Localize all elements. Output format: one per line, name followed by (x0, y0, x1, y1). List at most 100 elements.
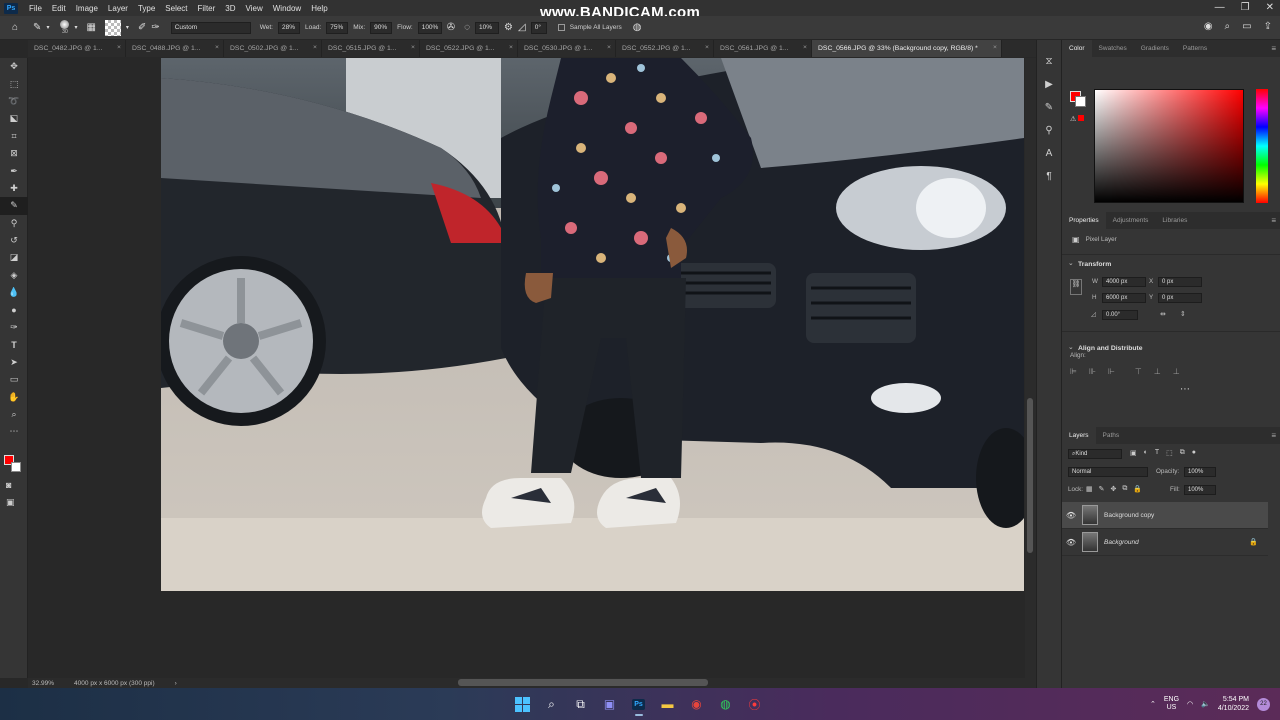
lock-transparent-icon[interactable]: ▦ (1086, 485, 1093, 493)
layer-row[interactable]: 👁 Background copy (1062, 502, 1268, 529)
minimize-icon[interactable]: — (1215, 2, 1225, 13)
workspace-icon[interactable]: ▭ (1242, 21, 1251, 32)
task-view-icon[interactable]: ⧉ (566, 692, 595, 716)
blur-tool-icon[interactable]: 💧 (0, 284, 28, 301)
panel-menu-icon[interactable]: ≡ (1271, 431, 1276, 440)
blend-preset-select[interactable]: Custom (170, 21, 251, 34)
current-brush-load-swatch[interactable] (104, 19, 121, 36)
wet-field[interactable]: 28% (277, 21, 300, 34)
rotation-angle-field[interactable]: 0.00° (1102, 310, 1138, 320)
path-selection-tool-icon[interactable]: ➤ (0, 354, 28, 371)
filter-adjustment-icon[interactable]: ◐ (1144, 449, 1148, 457)
menu-select[interactable]: Select (160, 4, 192, 13)
chevron-down-icon[interactable]: ▾ (46, 24, 49, 31)
brush-settings-panel-icon[interactable]: ✎ (1037, 96, 1061, 119)
tray-expand-chevron-icon[interactable]: ⌃ (1150, 700, 1156, 708)
tab-patterns[interactable]: Patterns (1176, 40, 1214, 57)
doc-tab[interactable]: DSC_0522.JPG @ 1... × (420, 40, 518, 57)
tab-swatches[interactable]: Swatches (1092, 40, 1134, 57)
hand-tool-icon[interactable]: ✋ (0, 388, 28, 405)
brush-settings-icon[interactable]: ▦ (86, 22, 95, 33)
chevron-down-icon[interactable]: ▾ (126, 24, 129, 31)
zoom-tool-icon[interactable]: ⌕ (0, 406, 28, 423)
load-field[interactable]: 75% (326, 21, 349, 34)
align-bottom-icon[interactable]: ⊥ (1173, 367, 1180, 376)
vertical-scroll-thumb[interactable] (1027, 398, 1033, 553)
layer-lock-icon[interactable]: 🔒 (1249, 538, 1258, 546)
screen-mode-icon[interactable]: ▣ (6, 497, 15, 508)
menu-window[interactable]: Window (268, 4, 306, 13)
filter-toggle-icon[interactable]: ● (1192, 449, 1196, 457)
x-field[interactable]: 0 px (1158, 277, 1202, 287)
eraser-tool-icon[interactable]: ◪ (0, 249, 28, 266)
move-tool-icon[interactable]: ✥ (0, 58, 28, 75)
tab-layers[interactable]: Layers (1062, 427, 1096, 444)
menu-3d[interactable]: 3D (220, 4, 240, 13)
pressure-size-icon[interactable]: ◍ (633, 22, 642, 33)
close-tab-icon[interactable]: × (993, 44, 997, 51)
doc-tab[interactable]: DSC_0515.JPG @ 1... × (322, 40, 420, 57)
dodge-tool-icon[interactable]: ● (0, 301, 28, 318)
filter-shape-icon[interactable]: ⬚ (1166, 449, 1173, 457)
chrome-icon[interactable]: ◉ (682, 692, 711, 716)
lasso-tool-icon[interactable]: ➰ (0, 93, 28, 110)
close-tab-icon[interactable]: × (509, 44, 513, 51)
tab-gradients[interactable]: Gradients (1134, 40, 1176, 57)
sample-all-layers-checkbox[interactable] (557, 24, 565, 31)
filter-pixel-icon[interactable]: ▣ (1130, 449, 1137, 457)
tab-paths[interactable]: Paths (1096, 427, 1127, 444)
airbrush-icon[interactable]: ✇ (447, 22, 455, 33)
volume-icon[interactable]: 🔈 (1201, 700, 1210, 708)
frame-tool-icon[interactable]: ⊠ (0, 145, 28, 162)
doc-tab[interactable]: DSC_0552.JPG @ 1... × (616, 40, 714, 57)
width-field[interactable]: 4000 px (1102, 277, 1146, 287)
layer-name[interactable]: Background copy (1104, 512, 1154, 519)
mix-field[interactable]: 90% (370, 21, 393, 34)
align-center-h-icon[interactable]: ⊪ (1089, 367, 1096, 376)
character-panel-icon[interactable]: A (1037, 142, 1061, 165)
blend-mode-select[interactable]: Normal (1068, 467, 1148, 477)
user-account-icon[interactable]: ◉ (1204, 21, 1213, 32)
close-tab-icon[interactable]: × (705, 44, 709, 51)
close-tab-icon[interactable]: × (803, 44, 807, 51)
angle-field[interactable]: 0° (530, 21, 547, 34)
menu-image[interactable]: Image (71, 4, 103, 13)
mixer-brush-tool-icon[interactable]: ✎ (33, 22, 41, 33)
panel-menu-icon[interactable]: ≡ (1271, 44, 1276, 53)
align-section-title[interactable]: Align and Distribute (1062, 343, 1280, 352)
eyedropper-tool-icon[interactable]: ✒ (0, 162, 28, 179)
clean-brush-icon[interactable]: ✑ (151, 22, 159, 33)
lock-all-icon[interactable]: 🔒 (1133, 485, 1142, 493)
clone-source-panel-icon[interactable]: ⚲ (1037, 119, 1061, 142)
flow-field[interactable]: 100% (417, 21, 442, 34)
doc-tab[interactable]: DSC_0561.JPG @ 1... × (714, 40, 812, 57)
clone-stamp-tool-icon[interactable]: ⚲ (0, 215, 28, 232)
filter-smart-object-icon[interactable]: ⧉ (1180, 449, 1185, 457)
layer-filter-select[interactable]: ⌕ Kind (1068, 449, 1122, 459)
menu-layer[interactable]: Layer (103, 4, 133, 13)
visibility-eye-icon[interactable]: 👁 (1062, 538, 1080, 547)
align-top-icon[interactable]: ⊤ (1135, 367, 1142, 376)
menu-type[interactable]: Type (133, 4, 160, 13)
history-brush-tool-icon[interactable]: ↺ (0, 232, 28, 249)
language-indicator[interactable]: ENG US (1164, 696, 1179, 712)
align-right-icon[interactable]: ⊩ (1108, 367, 1115, 376)
doc-tab[interactable]: DSC_0530.JPG @ 1... × (518, 40, 616, 57)
doc-tab[interactable]: DSC_0502.JPG @ 1... × (224, 40, 322, 57)
smoothing-options-gear-icon[interactable]: ⚙ (504, 22, 513, 33)
type-tool-icon[interactable]: T (0, 336, 28, 353)
tab-color[interactable]: Color (1062, 40, 1092, 57)
doc-tab-active[interactable]: DSC_0566.JPG @ 33% (Background copy, RGB… (812, 40, 1002, 57)
flip-horizontal-icon[interactable]: ⇹ (1160, 310, 1166, 318)
fill-field[interactable]: 100% (1184, 485, 1216, 495)
search-icon[interactable]: ⌕ (537, 692, 566, 716)
notification-badge[interactable]: 22 (1257, 697, 1270, 711)
photoshop-taskbar-icon[interactable]: Ps (624, 692, 653, 716)
close-icon[interactable]: ✕ (1266, 2, 1274, 13)
object-selection-tool-icon[interactable]: ⬕ (0, 110, 28, 127)
quick-mask-icon[interactable]: ◙ (6, 480, 11, 490)
whatsapp-icon[interactable]: ◍ (711, 692, 740, 716)
paragraph-panel-icon[interactable]: ¶ (1037, 165, 1061, 188)
out-of-gamut-warning-icon[interactable]: ⚠ (1070, 115, 1085, 123)
home-icon[interactable]: ⌂ (12, 22, 18, 33)
